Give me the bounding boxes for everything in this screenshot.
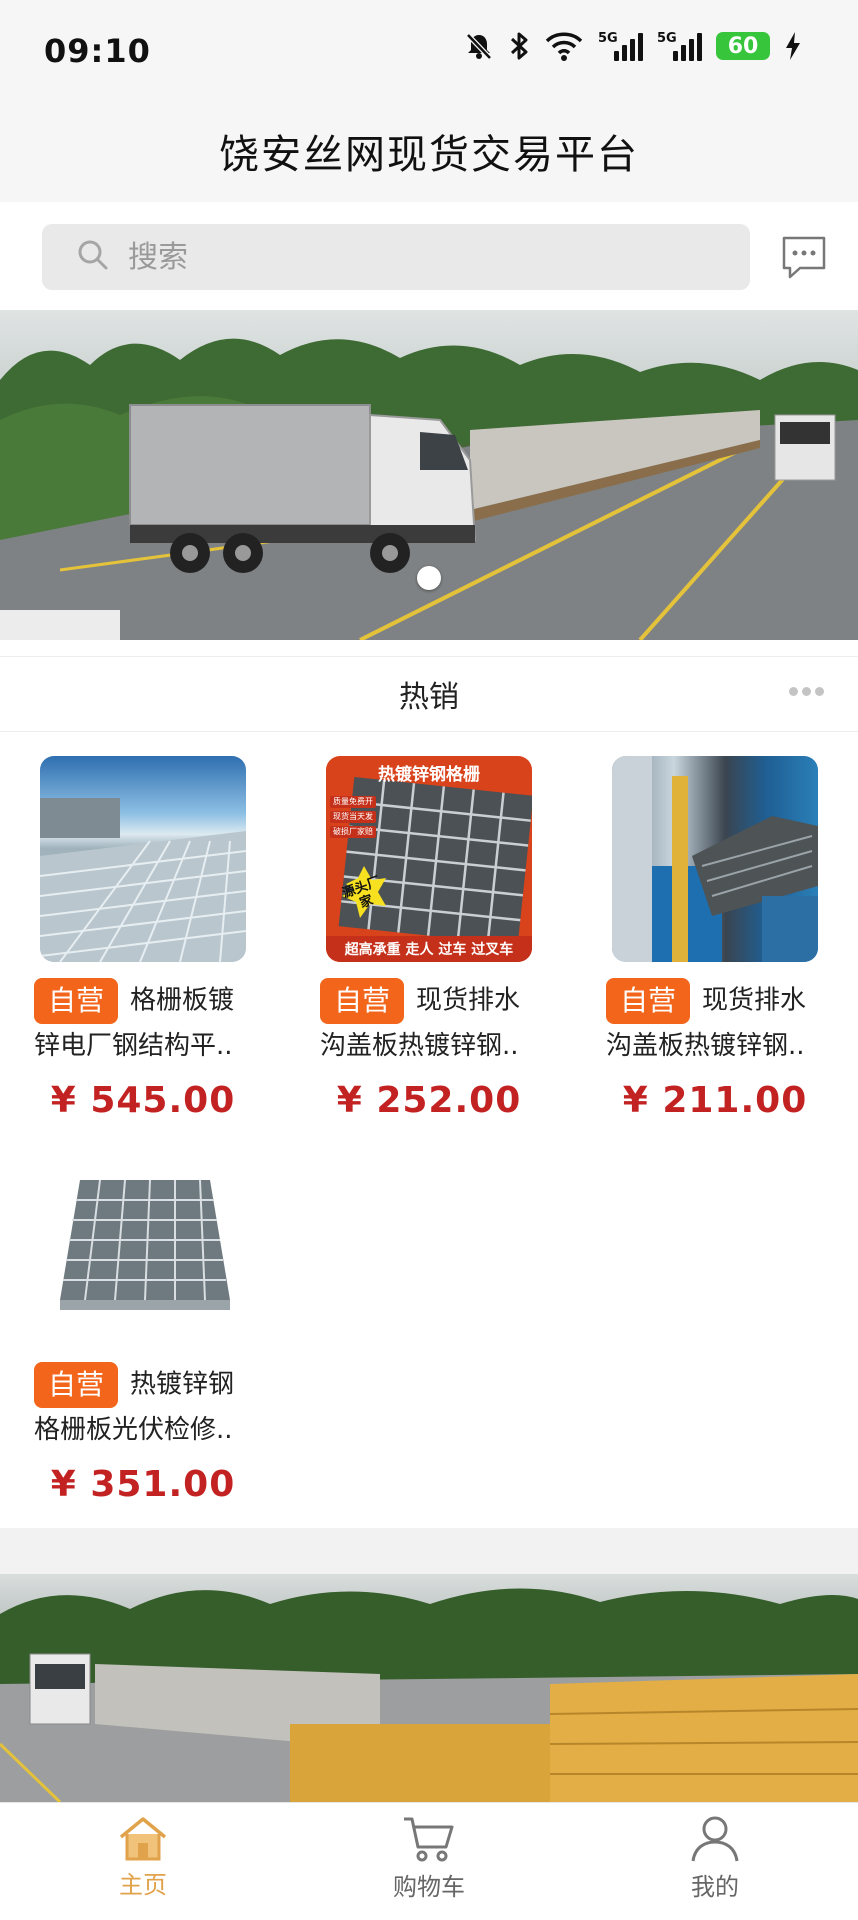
bluetooth-icon bbox=[508, 30, 530, 62]
carousel-dot[interactable] bbox=[417, 566, 441, 590]
status-icons: 5G 5G 60 bbox=[464, 30, 802, 62]
product-image[interactable] bbox=[40, 1140, 246, 1346]
image-caption-top: 热镀锌钢格栅 bbox=[378, 765, 480, 785]
bottom-nav: 主页 购物车 我的 bbox=[0, 1802, 858, 1920]
product-price: ¥ 351.00 bbox=[50, 1464, 236, 1505]
user-icon bbox=[691, 1816, 739, 1862]
wifi-icon bbox=[544, 30, 584, 62]
more-dot bbox=[802, 687, 811, 696]
image-tags: 质量免费开 现货当天发 破损厂家赔 bbox=[330, 796, 376, 838]
battery-indicator: 60 bbox=[716, 32, 770, 60]
self-operated-badge: 自营 bbox=[34, 1362, 119, 1408]
banner-image bbox=[0, 338, 858, 640]
signal-5g-icon: 5G bbox=[598, 31, 643, 61]
section-divider bbox=[0, 1528, 858, 1574]
search-box[interactable] bbox=[42, 224, 750, 290]
product-price: ¥ 545.00 bbox=[50, 1080, 236, 1121]
charging-icon bbox=[784, 30, 802, 62]
nav-cart[interactable]: 购物车 bbox=[286, 1803, 572, 1920]
product-card[interactable]: 自营 格栅板镀锌电厂钢结构平.. ¥ 545.00 bbox=[26, 756, 260, 1121]
nav-profile-label: 我的 bbox=[691, 1873, 739, 1901]
title-bar: 饶安丝网现货交易平台 bbox=[0, 100, 858, 202]
grating-ad-image bbox=[326, 777, 532, 962]
self-operated-badge: 自营 bbox=[606, 978, 691, 1024]
product-title[interactable]: 自营 现货排水沟盖板热镀锌钢.. bbox=[312, 978, 546, 1066]
product-title[interactable]: 自营 格栅板镀锌电厂钢结构平.. bbox=[26, 978, 260, 1066]
product-card[interactable]: 自营 现货排水沟盖板热镀锌钢.. ¥ 211.00 bbox=[598, 756, 832, 1121]
status-time: 09:10 bbox=[44, 32, 151, 70]
message-button[interactable] bbox=[780, 232, 828, 282]
bell-muted-icon bbox=[464, 31, 494, 61]
home-icon bbox=[119, 1817, 167, 1861]
chat-icon bbox=[782, 236, 826, 279]
product-title[interactable]: 自营 现货排水沟盖板热镀锌钢.. bbox=[598, 978, 832, 1066]
status-bar: 09:10 5G 5G 60 bbox=[0, 0, 858, 100]
self-operated-badge: 自营 bbox=[320, 978, 405, 1024]
page-title: 饶安丝网现货交易平台 bbox=[219, 132, 639, 178]
signal-5g-icon-2: 5G bbox=[657, 31, 702, 61]
nav-home[interactable]: 主页 bbox=[0, 1803, 286, 1920]
bottom-banner[interactable] bbox=[0, 1574, 858, 1802]
section-title: 热销 bbox=[399, 680, 459, 715]
product-image[interactable] bbox=[612, 756, 818, 962]
cart-icon bbox=[404, 1817, 454, 1862]
image-tag: 现货当天发 bbox=[330, 811, 376, 823]
product-image[interactable] bbox=[40, 756, 246, 962]
nav-home-label: 主页 bbox=[119, 1871, 167, 1899]
product-card[interactable]: 自营 热镀锌钢格栅板光伏检修.. ¥ 351.00 bbox=[26, 1140, 260, 1505]
grating-panel-image bbox=[60, 1179, 230, 1310]
image-caption-bottom: 超高承重 走人 过车 过叉车 bbox=[344, 942, 514, 958]
image-tag: 质量免费开 bbox=[330, 796, 376, 808]
product-price: ¥ 211.00 bbox=[622, 1080, 808, 1121]
product-card[interactable]: 热镀锌钢格栅 质量免费开 现货当天发 破损厂家赔 源头厂家 超高承重 走人 过车… bbox=[312, 756, 546, 1121]
search-icon bbox=[76, 238, 110, 276]
self-operated-badge: 自营 bbox=[34, 978, 119, 1024]
more-dot bbox=[815, 687, 824, 696]
more-button[interactable] bbox=[789, 687, 824, 696]
banner-carousel[interactable] bbox=[0, 310, 858, 640]
factory-image bbox=[612, 756, 818, 962]
more-dot bbox=[789, 687, 798, 696]
search-row bbox=[0, 202, 858, 310]
grating-image bbox=[40, 798, 246, 962]
image-tag: 破损厂家赔 bbox=[330, 826, 376, 838]
hot-sales-header: 热销 bbox=[0, 656, 858, 732]
product-price: ¥ 252.00 bbox=[336, 1080, 522, 1121]
bottom-banner-image bbox=[0, 1588, 858, 1802]
nav-cart-label: 购物车 bbox=[393, 1873, 465, 1901]
product-image[interactable]: 热镀锌钢格栅 质量免费开 现货当天发 破损厂家赔 源头厂家 超高承重 走人 过车… bbox=[326, 756, 532, 962]
product-title[interactable]: 自营 热镀锌钢格栅板光伏检修.. bbox=[26, 1362, 260, 1450]
search-input[interactable] bbox=[128, 239, 688, 275]
nav-profile[interactable]: 我的 bbox=[572, 1803, 858, 1920]
